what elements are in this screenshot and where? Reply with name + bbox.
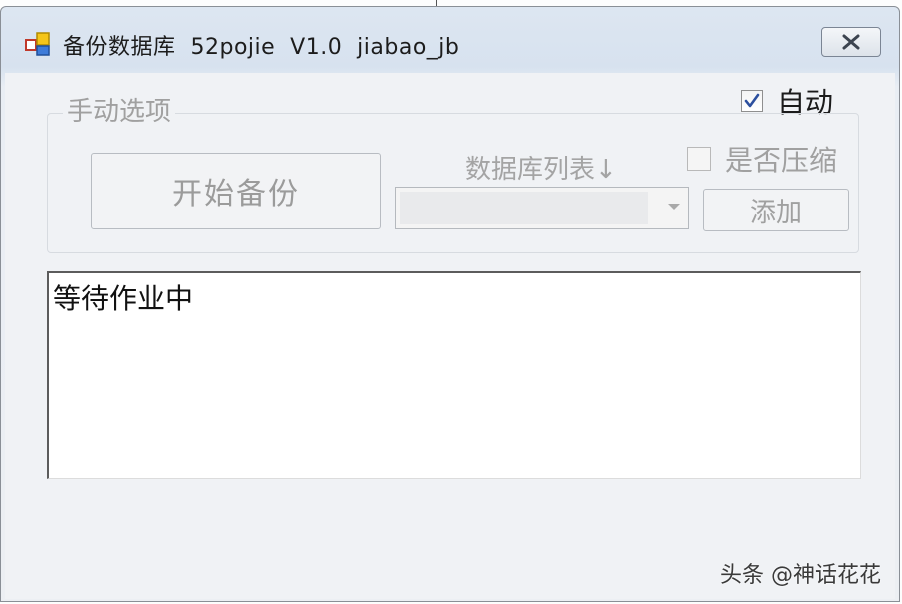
app-window: 备份数据库 52pojie V1.0 jiabao_jb 自动 手动选项 开始备… <box>0 6 900 602</box>
watermark: 头条 @神话花花 <box>720 563 881 588</box>
log-textarea[interactable]: 等待作业中 <box>47 271 861 479</box>
auto-checkbox[interactable] <box>741 90 763 112</box>
compress-label: 是否压缩 <box>725 144 838 177</box>
start-backup-button[interactable]: 开始备份 <box>91 153 381 229</box>
database-select-value <box>400 192 648 224</box>
close-button[interactable] <box>821 27 881 57</box>
checkmark-icon <box>744 93 760 108</box>
database-select[interactable] <box>395 187 689 229</box>
compress-option[interactable]: 是否压缩 <box>687 139 837 179</box>
add-button[interactable]: 添加 <box>703 189 849 231</box>
chevron-down-icon <box>668 204 680 210</box>
window-title: 备份数据库 52pojie V1.0 jiabao_jb <box>63 35 460 60</box>
title-bar[interactable]: 备份数据库 52pojie V1.0 jiabao_jb <box>1 7 899 71</box>
client-area: 自动 手动选项 开始备份 数据库列表↓ 是否压缩 添加 等待作业中 头条 @神话… <box>5 73 895 599</box>
manual-options-title: 手动选项 <box>63 91 176 128</box>
app-window-icon <box>25 32 50 56</box>
database-list-label: 数据库列表↓ <box>465 155 617 185</box>
compress-checkbox[interactable] <box>687 147 711 171</box>
close-icon <box>842 34 860 50</box>
